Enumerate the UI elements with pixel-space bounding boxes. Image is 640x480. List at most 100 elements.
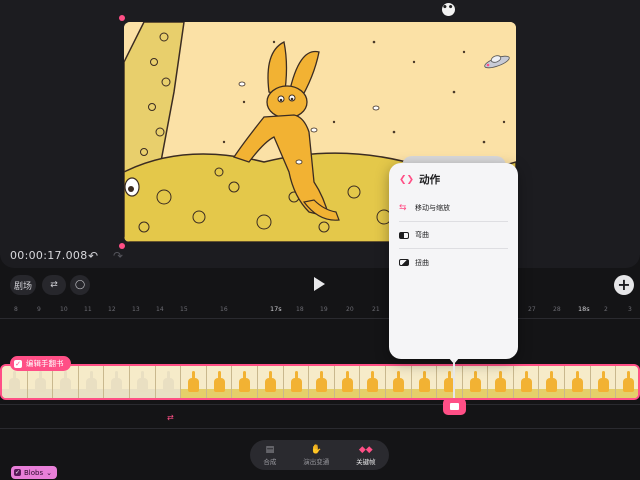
- ruler-tick: 19: [320, 306, 328, 313]
- frame-character: [34, 378, 46, 392]
- menu-item-twist[interactable]: 扭曲: [399, 249, 508, 276]
- move-scale-icon: ⇆: [399, 203, 407, 213]
- ruler-tick: 10: [60, 306, 68, 313]
- ruler-tick: 27: [528, 306, 536, 313]
- flipbook-frame[interactable]: [616, 366, 638, 398]
- frame-character-ear: [422, 371, 426, 379]
- flipbook-frame[interactable]: [257, 366, 284, 398]
- frame-character-ear: [396, 371, 400, 379]
- flipbook-frame[interactable]: [360, 366, 386, 398]
- frame-character-ear: [345, 371, 349, 379]
- frame-character: [9, 378, 20, 392]
- play-icon[interactable]: [314, 277, 325, 291]
- swap-icon[interactable]: ⇄: [167, 413, 174, 422]
- flipbook-frame[interactable]: [104, 366, 130, 398]
- timeline-ruler[interactable]: 8 9 10 11 12 13 14 15 16 17s 18 19 20 21…: [0, 300, 640, 318]
- checkbox-icon[interactable]: ✓: [14, 469, 21, 476]
- frame-character: [213, 378, 225, 392]
- ruler-tick: 28: [553, 306, 561, 313]
- checkbox-icon[interactable]: ✓: [14, 359, 22, 368]
- frame-character: [392, 378, 404, 392]
- menu-item-bend[interactable]: 弯曲: [399, 222, 508, 249]
- track-label-flipbook[interactable]: ✓ 编辑手翻书: [10, 356, 71, 371]
- flipbook-frame[interactable]: [155, 366, 182, 398]
- frame-character-ear: [473, 371, 477, 379]
- selection-handle-top-left[interactable]: [119, 15, 125, 21]
- tab-composite[interactable]: ▤ 合成: [263, 445, 276, 466]
- frame-character-ear: [243, 371, 247, 379]
- frame-character-ear: [38, 371, 42, 379]
- keyframe-icon: ◆◆: [358, 444, 373, 455]
- flipbook-frame[interactable]: [565, 366, 591, 398]
- timecode: 00:00:17.008: [10, 249, 88, 262]
- frame-character: [469, 378, 481, 392]
- flipbook-frame[interactable]: [411, 366, 438, 398]
- flipbook-frame[interactable]: [385, 366, 412, 398]
- flipbook-frame[interactable]: [309, 366, 335, 398]
- flipbook-frame[interactable]: [283, 366, 310, 398]
- frame-character: [546, 378, 558, 392]
- frame-character-ear: [524, 371, 528, 379]
- bend-icon: [399, 231, 409, 239]
- track-label-text: 编辑手翻书: [26, 359, 64, 368]
- flipbook-track[interactable]: [0, 364, 640, 400]
- frame-character: [597, 378, 609, 392]
- add-button[interactable]: +: [614, 275, 634, 295]
- frame-character-ear: [576, 371, 580, 379]
- saucer-sticker[interactable]: [482, 50, 512, 70]
- menu-item-move-scale[interactable]: ⇆ 移动与缩放: [399, 195, 508, 222]
- flipbook-frame[interactable]: [488, 366, 514, 398]
- frame-character: [136, 378, 148, 392]
- frame-character: [572, 378, 584, 392]
- flipbook-frame[interactable]: [539, 366, 566, 398]
- flipbook-frame[interactable]: [437, 366, 463, 398]
- frame-character-ear: [448, 371, 452, 379]
- speech-bubble-icon[interactable]: ◯: [70, 275, 90, 295]
- tab-label: 演出变通: [303, 457, 330, 466]
- tab-performance[interactable]: ✋ 演出变通: [303, 445, 329, 466]
- more-button[interactable]: •••: [442, 3, 459, 16]
- undo-icon[interactable]: ↶: [88, 249, 98, 263]
- ruler-tick: 14: [156, 306, 164, 313]
- flipbook-frame[interactable]: [129, 366, 156, 398]
- frame-character-ear: [166, 371, 170, 379]
- flipbook-frame[interactable]: [232, 366, 258, 398]
- playhead[interactable]: [453, 360, 455, 402]
- redo-icon[interactable]: ↷: [113, 249, 123, 263]
- flipbook-frame[interactable]: [206, 366, 233, 398]
- frame-character: [239, 378, 251, 392]
- flipbook-frame[interactable]: [513, 366, 540, 398]
- scene-button[interactable]: 剧场: [10, 275, 36, 295]
- ruler-tick: 11: [84, 306, 92, 313]
- frame-character-ear: [268, 371, 272, 379]
- frame-character: [316, 378, 328, 392]
- tab-keyframe[interactable]: ◆◆ 关键帧: [356, 445, 376, 466]
- twist-icon: [399, 259, 409, 266]
- track-lane-divider: [0, 428, 640, 429]
- frame-character: [341, 378, 353, 392]
- ruler-divider: [0, 318, 640, 319]
- action-popup: ❮❯ 动作 ⇆ 移动与缩放 弯曲 扭曲: [389, 163, 518, 359]
- ruler-tick: 8: [14, 306, 18, 313]
- flipbook-frame[interactable]: [462, 366, 489, 398]
- ruler-tick: 12: [108, 306, 116, 313]
- flipbook-frame[interactable]: [78, 366, 105, 398]
- frame-character: [162, 378, 174, 392]
- ruler-tick: 21: [372, 306, 380, 313]
- sliders-icon[interactable]: ⇄: [42, 275, 66, 295]
- menu-item-label: 移动与缩放: [415, 204, 450, 212]
- track-lane-divider: [0, 404, 640, 405]
- ruler-tick: 20: [346, 306, 354, 313]
- flipbook-frame[interactable]: [181, 366, 207, 398]
- frame-character: [85, 378, 97, 392]
- frame-character: [418, 378, 430, 392]
- ruler-tick-major: 18s: [578, 305, 590, 313]
- scene-button-label: 剧场: [13, 281, 32, 292]
- flipbook-frame[interactable]: [590, 366, 617, 398]
- flipbook-frame[interactable]: [334, 366, 361, 398]
- frame-character-ear: [217, 371, 221, 379]
- layer-tag-blobs[interactable]: ✓ Blobs ⌄: [11, 466, 57, 479]
- frame-character-ear: [371, 371, 375, 379]
- keyframe-add-button[interactable]: [443, 398, 466, 415]
- frame-character-ear: [601, 371, 605, 379]
